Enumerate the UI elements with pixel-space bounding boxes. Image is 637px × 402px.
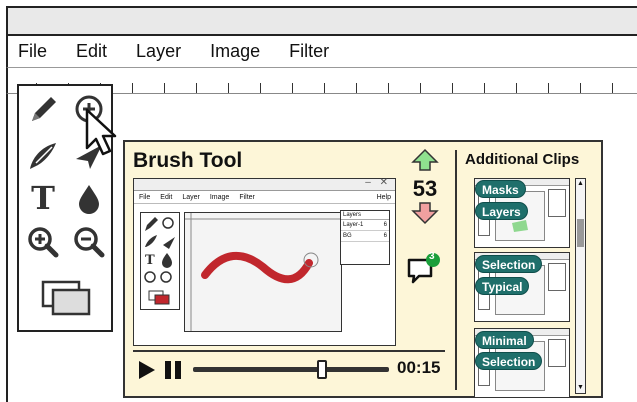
- scroll-down-arrow[interactable]: ▼: [576, 383, 585, 393]
- layers-icon[interactable]: [39, 276, 95, 320]
- mini-layer-row: Layer-1 6: [341, 220, 389, 231]
- mini-window-controls: – ✕: [365, 177, 391, 188]
- upvote-arrow-icon[interactable]: [411, 148, 439, 172]
- mini-layers-header: Layers: [341, 211, 389, 220]
- brush-stroke: [201, 251, 313, 284]
- mini-menu-help: Help: [376, 193, 391, 201]
- clip-tag[interactable]: Masks: [475, 180, 526, 198]
- seek-bar[interactable]: [193, 367, 389, 372]
- playback-time: 00:15: [397, 358, 441, 377]
- vote-count: 53: [412, 176, 438, 201]
- tutorial-card: Brush Tool – ✕ File Edit Layer Image Fil…: [123, 140, 603, 398]
- mini-menu-filter: Filter: [239, 193, 255, 201]
- menu-layer[interactable]: Layer: [136, 41, 181, 62]
- text-icon[interactable]: T: [23, 178, 63, 218]
- mini-menu-file: File: [139, 193, 151, 201]
- menu-image[interactable]: Image: [210, 41, 260, 62]
- pencil-icon[interactable]: [23, 90, 63, 130]
- text-tool-label: T: [31, 179, 55, 217]
- mini-text-tool: T: [145, 253, 155, 268]
- mini-menu-edit: Edit: [160, 193, 173, 201]
- mini-app-preview: – ✕ File Edit Layer Image Filter Help T: [133, 177, 396, 346]
- zoom-in-icon[interactable]: [23, 222, 63, 262]
- mini-titlebar: – ✕: [134, 177, 395, 191]
- scroll-thumb[interactable]: [577, 219, 584, 247]
- clip-tag[interactable]: Minimal: [475, 331, 534, 349]
- menu-filter[interactable]: Filter: [289, 41, 329, 62]
- mouse-cursor-icon: [85, 108, 117, 156]
- downvote-arrow-icon[interactable]: [411, 201, 439, 225]
- mini-menu-layer: Layer: [182, 193, 200, 201]
- pause-icon[interactable]: [163, 360, 183, 380]
- mini-layer-name: Layer-1: [343, 222, 364, 228]
- menu-file[interactable]: File: [18, 41, 47, 62]
- mini-layer-name: BG: [343, 233, 352, 239]
- play-icon[interactable]: [137, 360, 157, 380]
- clip-tag[interactable]: Selection: [475, 352, 543, 370]
- mini-menu-image: Image: [209, 193, 230, 201]
- clip-tag[interactable]: Selection: [475, 255, 543, 273]
- clips-title: Additional Clips: [465, 151, 580, 168]
- comment-bubble-icon[interactable]: [406, 252, 442, 284]
- mini-layers-panel: Layers Layer-1 6 BG 6: [340, 210, 390, 265]
- ink-drop-icon[interactable]: [69, 178, 109, 218]
- seek-handle[interactable]: [317, 360, 328, 379]
- clip-tag[interactable]: Typical: [475, 277, 530, 295]
- mini-layer-row: BG 6: [341, 231, 389, 242]
- menu-edit[interactable]: Edit: [76, 41, 107, 62]
- video-player: 00:15: [135, 356, 445, 384]
- clip-tag[interactable]: Layers: [475, 202, 528, 220]
- window-titlebar: [6, 6, 637, 36]
- canvas-edge: [6, 94, 8, 402]
- menu-bar: File Edit Layer Image Filter: [6, 36, 637, 68]
- brush-icon[interactable]: [23, 136, 63, 176]
- clips-scrollbar[interactable]: ▲ ▼: [575, 178, 586, 394]
- vote-widget: 53: [407, 148, 443, 230]
- comment-count-badge: 3: [429, 251, 435, 262]
- mini-layer-value: 6: [383, 233, 387, 239]
- mini-layer-value: 6: [383, 222, 387, 228]
- comments-button[interactable]: 3: [406, 251, 442, 289]
- player-divider: [133, 350, 445, 352]
- mini-toolbox: T: [140, 212, 180, 310]
- card-title: Brush Tool: [133, 149, 243, 172]
- zoom-out-icon[interactable]: [69, 222, 109, 262]
- mini-canvas: [184, 212, 342, 332]
- section-divider: [455, 150, 457, 390]
- scroll-up-arrow[interactable]: ▲: [576, 179, 585, 189]
- mini-menu-bar: File Edit Layer Image Filter Help: [134, 191, 395, 204]
